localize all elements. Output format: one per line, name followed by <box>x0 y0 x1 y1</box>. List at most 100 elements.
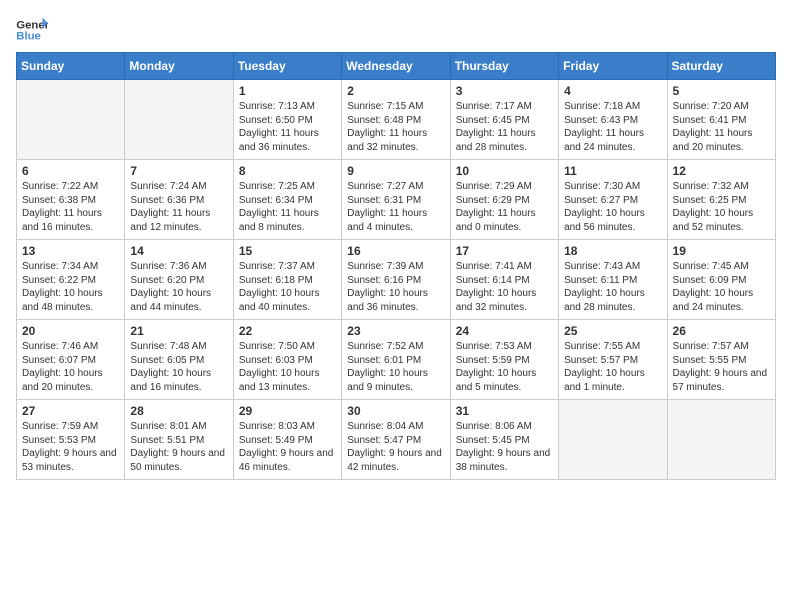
logo: General Blue <box>16 16 48 44</box>
day-number: 2 <box>347 84 444 98</box>
day-number: 31 <box>456 404 553 418</box>
col-header-monday: Monday <box>125 53 233 80</box>
calendar-cell <box>559 400 667 480</box>
col-header-tuesday: Tuesday <box>233 53 341 80</box>
day-info: Sunrise: 8:01 AM Sunset: 5:51 PM Dayligh… <box>130 420 227 474</box>
calendar-cell: 13 Sunrise: 7:34 AM Sunset: 6:22 PM Dayl… <box>17 240 125 320</box>
day-info: Sunrise: 7:48 AM Sunset: 6:05 PM Dayligh… <box>130 340 227 394</box>
page-header: General Blue <box>16 16 776 44</box>
day-number: 9 <box>347 164 444 178</box>
calendar-cell <box>17 80 125 160</box>
day-number: 27 <box>22 404 119 418</box>
calendar-cell: 20 Sunrise: 7:46 AM Sunset: 6:07 PM Dayl… <box>17 320 125 400</box>
day-info: Sunrise: 7:45 AM Sunset: 6:09 PM Dayligh… <box>673 260 770 314</box>
day-number: 3 <box>456 84 553 98</box>
calendar-cell <box>125 80 233 160</box>
day-number: 8 <box>239 164 336 178</box>
calendar-cell: 17 Sunrise: 7:41 AM Sunset: 6:14 PM Dayl… <box>450 240 558 320</box>
day-info: Sunrise: 7:43 AM Sunset: 6:11 PM Dayligh… <box>564 260 661 314</box>
calendar-cell: 27 Sunrise: 7:59 AM Sunset: 5:53 PM Dayl… <box>17 400 125 480</box>
day-info: Sunrise: 7:29 AM Sunset: 6:29 PM Dayligh… <box>456 180 553 234</box>
calendar-cell: 2 Sunrise: 7:15 AM Sunset: 6:48 PM Dayli… <box>342 80 450 160</box>
day-info: Sunrise: 7:27 AM Sunset: 6:31 PM Dayligh… <box>347 180 444 234</box>
day-info: Sunrise: 7:15 AM Sunset: 6:48 PM Dayligh… <box>347 100 444 154</box>
day-info: Sunrise: 8:06 AM Sunset: 5:45 PM Dayligh… <box>456 420 553 474</box>
day-info: Sunrise: 7:52 AM Sunset: 6:01 PM Dayligh… <box>347 340 444 394</box>
day-number: 25 <box>564 324 661 338</box>
day-number: 18 <box>564 244 661 258</box>
calendar-cell: 23 Sunrise: 7:52 AM Sunset: 6:01 PM Dayl… <box>342 320 450 400</box>
day-info: Sunrise: 7:20 AM Sunset: 6:41 PM Dayligh… <box>673 100 770 154</box>
calendar-cell: 4 Sunrise: 7:18 AM Sunset: 6:43 PM Dayli… <box>559 80 667 160</box>
logo-icon: General Blue <box>16 16 48 44</box>
calendar-cell: 1 Sunrise: 7:13 AM Sunset: 6:50 PM Dayli… <box>233 80 341 160</box>
calendar-cell: 21 Sunrise: 7:48 AM Sunset: 6:05 PM Dayl… <box>125 320 233 400</box>
day-info: Sunrise: 7:13 AM Sunset: 6:50 PM Dayligh… <box>239 100 336 154</box>
day-number: 14 <box>130 244 227 258</box>
calendar-cell: 3 Sunrise: 7:17 AM Sunset: 6:45 PM Dayli… <box>450 80 558 160</box>
day-number: 30 <box>347 404 444 418</box>
day-info: Sunrise: 7:46 AM Sunset: 6:07 PM Dayligh… <box>22 340 119 394</box>
week-row-1: 1 Sunrise: 7:13 AM Sunset: 6:50 PM Dayli… <box>17 80 776 160</box>
week-row-5: 27 Sunrise: 7:59 AM Sunset: 5:53 PM Dayl… <box>17 400 776 480</box>
day-number: 4 <box>564 84 661 98</box>
day-number: 7 <box>130 164 227 178</box>
calendar-cell: 10 Sunrise: 7:29 AM Sunset: 6:29 PM Dayl… <box>450 160 558 240</box>
calendar-cell: 9 Sunrise: 7:27 AM Sunset: 6:31 PM Dayli… <box>342 160 450 240</box>
day-number: 1 <box>239 84 336 98</box>
calendar-cell: 5 Sunrise: 7:20 AM Sunset: 6:41 PM Dayli… <box>667 80 775 160</box>
day-number: 24 <box>456 324 553 338</box>
day-number: 10 <box>456 164 553 178</box>
calendar-cell: 19 Sunrise: 7:45 AM Sunset: 6:09 PM Dayl… <box>667 240 775 320</box>
day-number: 19 <box>673 244 770 258</box>
day-number: 22 <box>239 324 336 338</box>
calendar-cell: 6 Sunrise: 7:22 AM Sunset: 6:38 PM Dayli… <box>17 160 125 240</box>
calendar-cell: 30 Sunrise: 8:04 AM Sunset: 5:47 PM Dayl… <box>342 400 450 480</box>
calendar-cell: 26 Sunrise: 7:57 AM Sunset: 5:55 PM Dayl… <box>667 320 775 400</box>
day-info: Sunrise: 7:36 AM Sunset: 6:20 PM Dayligh… <box>130 260 227 314</box>
day-number: 12 <box>673 164 770 178</box>
day-number: 17 <box>456 244 553 258</box>
calendar-cell <box>667 400 775 480</box>
day-number: 11 <box>564 164 661 178</box>
day-info: Sunrise: 7:17 AM Sunset: 6:45 PM Dayligh… <box>456 100 553 154</box>
day-info: Sunrise: 7:24 AM Sunset: 6:36 PM Dayligh… <box>130 180 227 234</box>
calendar-cell: 14 Sunrise: 7:36 AM Sunset: 6:20 PM Dayl… <box>125 240 233 320</box>
day-number: 23 <box>347 324 444 338</box>
day-number: 6 <box>22 164 119 178</box>
day-info: Sunrise: 7:34 AM Sunset: 6:22 PM Dayligh… <box>22 260 119 314</box>
day-info: Sunrise: 7:32 AM Sunset: 6:25 PM Dayligh… <box>673 180 770 234</box>
calendar-cell: 12 Sunrise: 7:32 AM Sunset: 6:25 PM Dayl… <box>667 160 775 240</box>
day-info: Sunrise: 7:55 AM Sunset: 5:57 PM Dayligh… <box>564 340 661 394</box>
header-row: SundayMondayTuesdayWednesdayThursdayFrid… <box>17 53 776 80</box>
week-row-3: 13 Sunrise: 7:34 AM Sunset: 6:22 PM Dayl… <box>17 240 776 320</box>
col-header-friday: Friday <box>559 53 667 80</box>
day-number: 28 <box>130 404 227 418</box>
calendar-cell: 15 Sunrise: 7:37 AM Sunset: 6:18 PM Dayl… <box>233 240 341 320</box>
day-info: Sunrise: 7:25 AM Sunset: 6:34 PM Dayligh… <box>239 180 336 234</box>
day-info: Sunrise: 7:50 AM Sunset: 6:03 PM Dayligh… <box>239 340 336 394</box>
day-info: Sunrise: 7:18 AM Sunset: 6:43 PM Dayligh… <box>564 100 661 154</box>
day-number: 20 <box>22 324 119 338</box>
day-info: Sunrise: 7:39 AM Sunset: 6:16 PM Dayligh… <box>347 260 444 314</box>
day-number: 13 <box>22 244 119 258</box>
col-header-sunday: Sunday <box>17 53 125 80</box>
day-number: 26 <box>673 324 770 338</box>
day-number: 16 <box>347 244 444 258</box>
calendar-cell: 24 Sunrise: 7:53 AM Sunset: 5:59 PM Dayl… <box>450 320 558 400</box>
col-header-thursday: Thursday <box>450 53 558 80</box>
calendar-cell: 31 Sunrise: 8:06 AM Sunset: 5:45 PM Dayl… <box>450 400 558 480</box>
day-info: Sunrise: 7:30 AM Sunset: 6:27 PM Dayligh… <box>564 180 661 234</box>
calendar-cell: 22 Sunrise: 7:50 AM Sunset: 6:03 PM Dayl… <box>233 320 341 400</box>
day-info: Sunrise: 7:41 AM Sunset: 6:14 PM Dayligh… <box>456 260 553 314</box>
day-number: 21 <box>130 324 227 338</box>
calendar-cell: 29 Sunrise: 8:03 AM Sunset: 5:49 PM Dayl… <box>233 400 341 480</box>
week-row-4: 20 Sunrise: 7:46 AM Sunset: 6:07 PM Dayl… <box>17 320 776 400</box>
calendar-cell: 7 Sunrise: 7:24 AM Sunset: 6:36 PM Dayli… <box>125 160 233 240</box>
day-info: Sunrise: 7:37 AM Sunset: 6:18 PM Dayligh… <box>239 260 336 314</box>
day-info: Sunrise: 7:57 AM Sunset: 5:55 PM Dayligh… <box>673 340 770 394</box>
day-info: Sunrise: 8:04 AM Sunset: 5:47 PM Dayligh… <box>347 420 444 474</box>
calendar-cell: 11 Sunrise: 7:30 AM Sunset: 6:27 PM Dayl… <box>559 160 667 240</box>
col-header-saturday: Saturday <box>667 53 775 80</box>
calendar-cell: 16 Sunrise: 7:39 AM Sunset: 6:16 PM Dayl… <box>342 240 450 320</box>
